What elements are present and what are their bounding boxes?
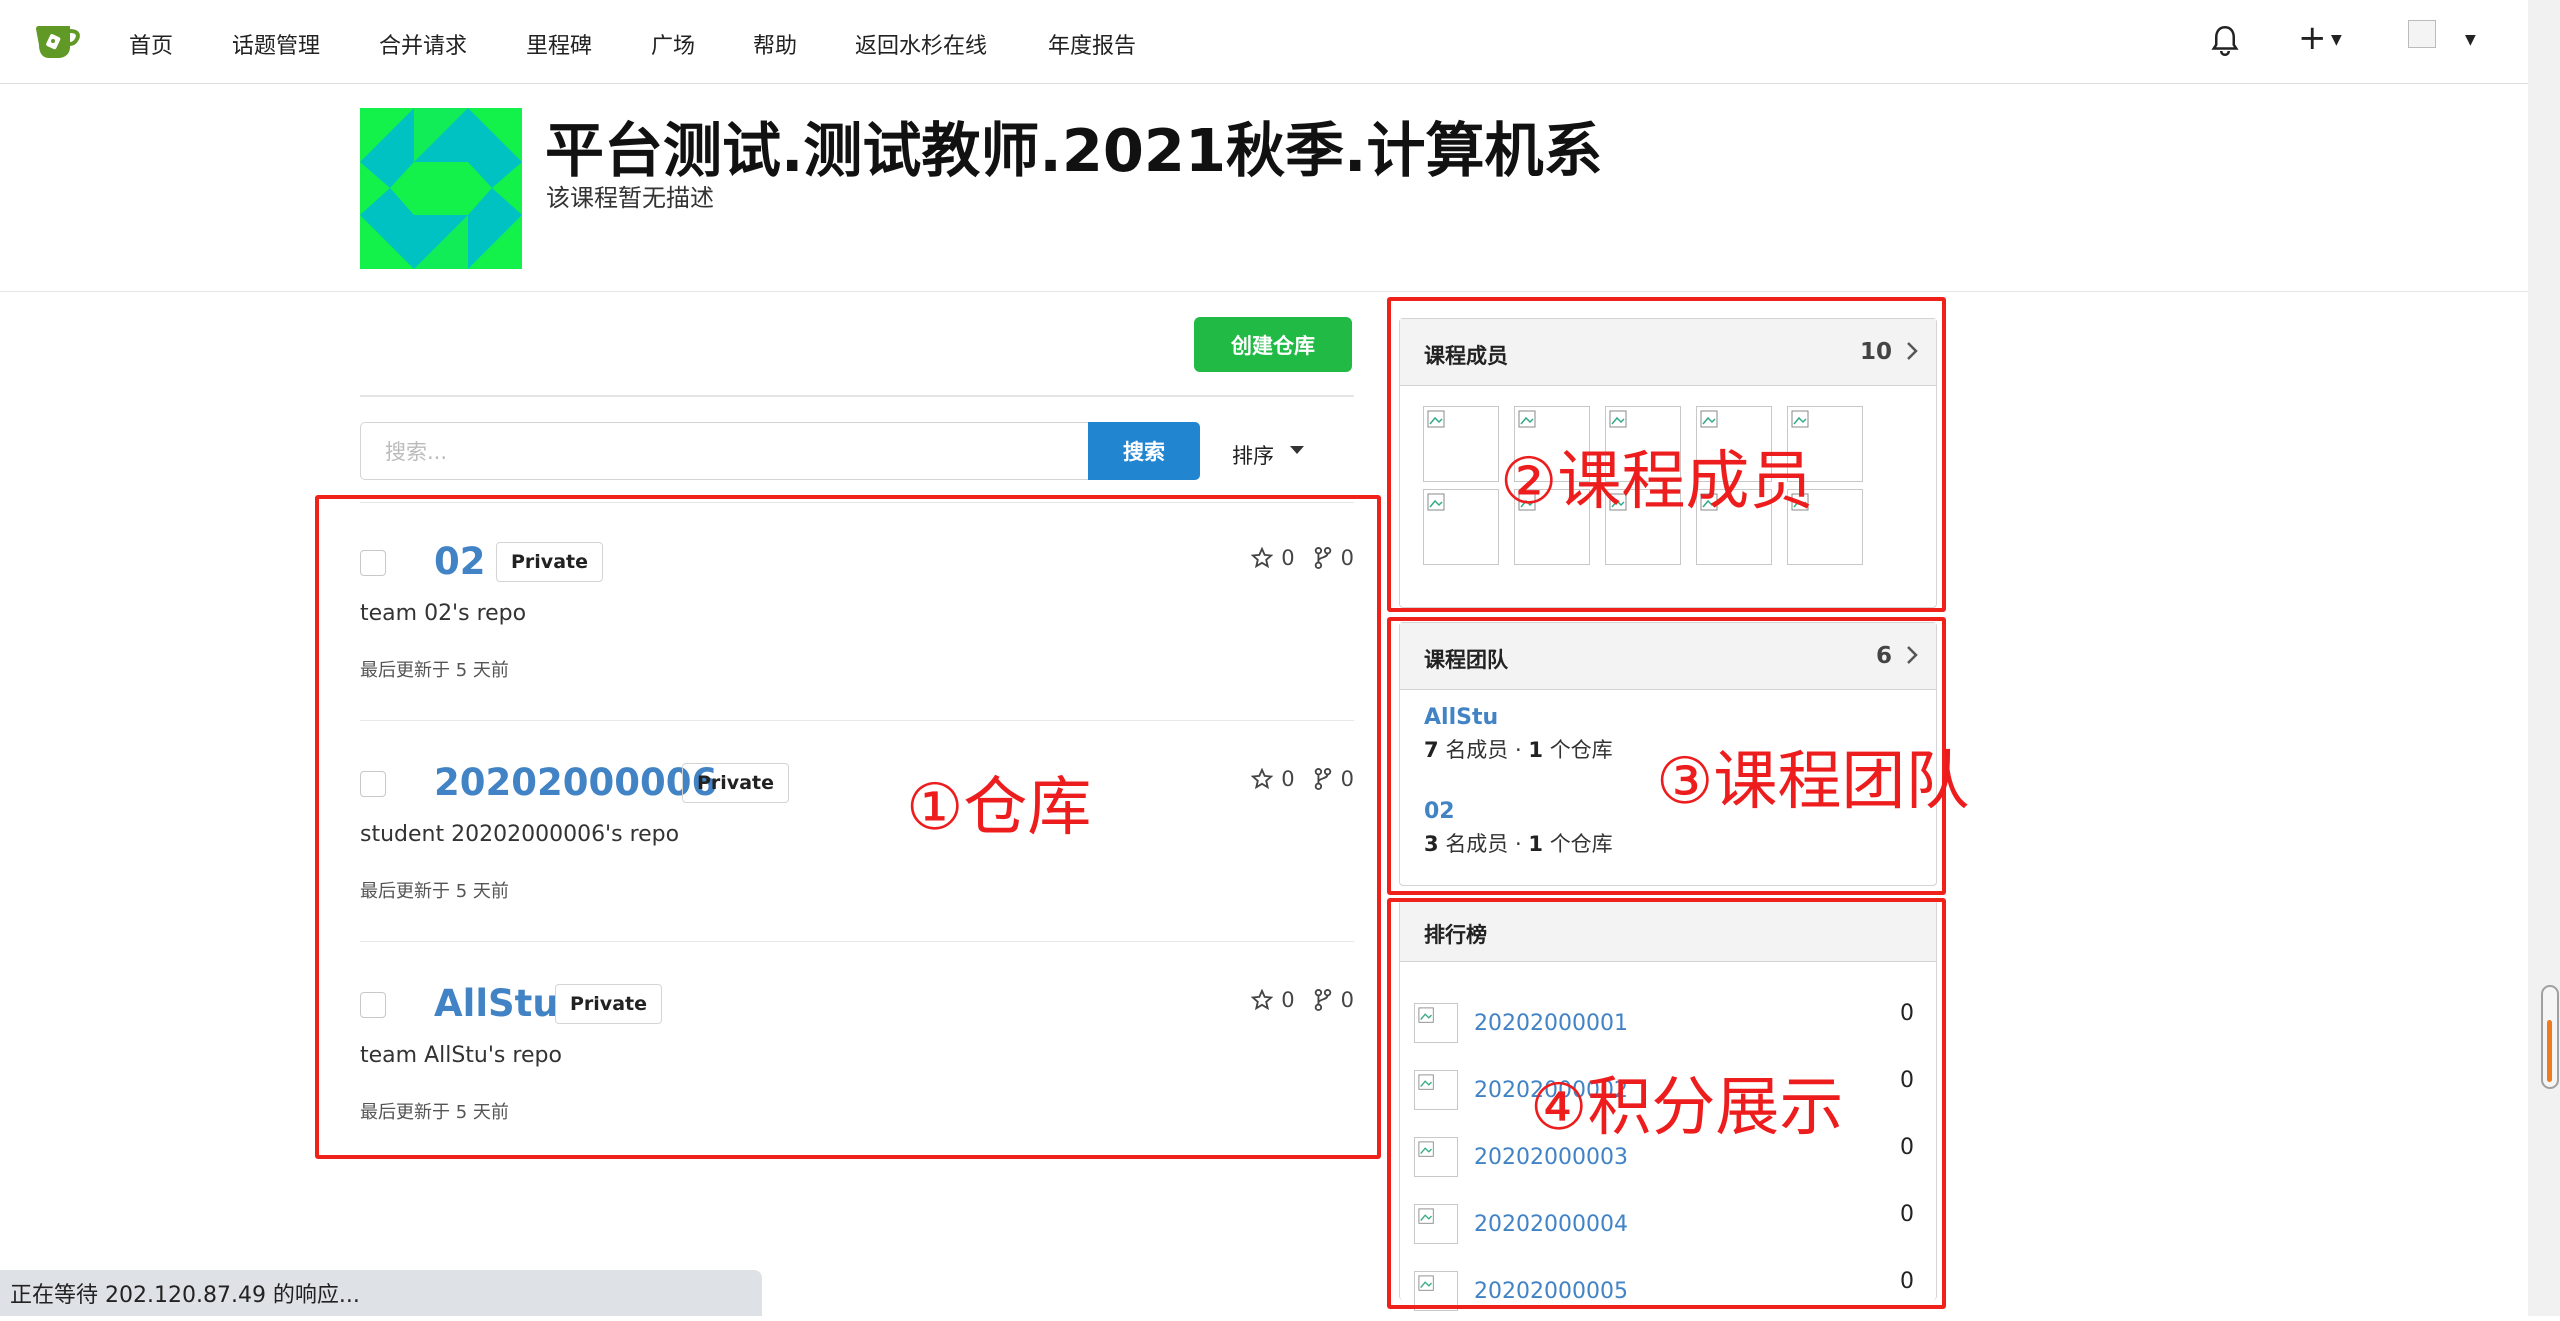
- create-new-plus-icon[interactable]: +: [2298, 21, 2327, 55]
- nav-annual-report[interactable]: 年度报告: [1048, 28, 1136, 60]
- top-navbar: 首页 话题管理 合并请求 里程碑 广场 帮助 返回水杉在线 年度报告 + ▼ ▼: [0, 0, 2528, 84]
- nav-home[interactable]: 首页: [129, 28, 173, 60]
- scrollbar-thumb-highlight: [2547, 1020, 2552, 1082]
- divider: [360, 395, 1354, 397]
- annotation-label-repos: ①仓库: [906, 771, 1092, 845]
- nav-topics[interactable]: 话题管理: [232, 28, 320, 60]
- user-menu-caret-icon[interactable]: ▼: [2465, 32, 2476, 48]
- nav-pull-requests[interactable]: 合并请求: [379, 28, 467, 60]
- browser-status-bar: 正在等待 202.120.87.49 的响应...: [0, 1270, 762, 1316]
- sort-dropdown[interactable]: 排序: [1232, 440, 1274, 470]
- annotation-label-points: ④积分展示: [1530, 1071, 1844, 1145]
- vertical-scrollbar[interactable]: [2528, 0, 2560, 1316]
- annotation-label-members: ②课程成员: [1500, 445, 1814, 519]
- create-repo-button[interactable]: 创建仓库: [1194, 317, 1352, 372]
- nav-back-to-shuishan[interactable]: 返回水杉在线: [855, 28, 987, 60]
- notification-bell-icon[interactable]: [2210, 24, 2240, 58]
- nav-milestones[interactable]: 里程碑: [526, 28, 592, 60]
- nav-explore[interactable]: 广场: [651, 28, 695, 60]
- org-description: 该课程暂无描述: [546, 184, 714, 212]
- search-button[interactable]: 搜索: [1088, 422, 1200, 480]
- user-avatar[interactable]: [2408, 20, 2436, 48]
- org-title: 平台测试.测试教师.2021秋季.计算机系: [545, 116, 1603, 185]
- sort-caret-icon[interactable]: [1290, 446, 1304, 454]
- annotation-label-teams: ③课程团队: [1656, 745, 1970, 819]
- gitea-logo-icon[interactable]: [34, 21, 80, 61]
- nav-help[interactable]: 帮助: [753, 28, 797, 60]
- search-input[interactable]: 搜索...: [360, 422, 1088, 480]
- org-avatar-icon: [360, 108, 522, 269]
- annotation-box-repos: [315, 495, 1381, 1159]
- create-caret-icon[interactable]: ▼: [2331, 32, 2342, 48]
